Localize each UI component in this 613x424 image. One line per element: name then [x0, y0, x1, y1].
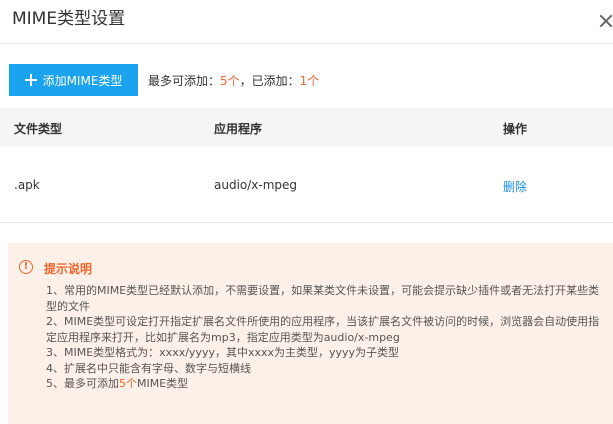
tip-last-num: 5个 [119, 377, 137, 390]
mime-settings-dialog: MIME类型设置 添加MIME类型 最多可添加：5个，已添加：1个 文件类型 应… [0, 0, 613, 424]
column-header-file-type: 文件类型 [14, 122, 63, 136]
delete-link[interactable]: 删除 [503, 178, 527, 195]
column-header-action: 操作 [503, 122, 528, 136]
plus-icon [24, 74, 37, 86]
add-mime-button-label: 添加MIME类型 [42, 73, 123, 88]
tip-item: 5、最多可添加5个MIME类型 [46, 376, 601, 392]
tips-panel: ! 提示说明 1、常用的MIME类型已经默认添加，不需要设置，如果某类文件未设置… [8, 243, 613, 424]
table-row: .apk audio/x-mpeg 删除 [0, 147, 613, 223]
tip-last-suffix: MIME类型 [137, 377, 189, 390]
tips-title: 提示说明 [44, 262, 93, 276]
warning-icon: ! [19, 260, 33, 274]
tip-last-prefix: 5、最多可添加 [46, 377, 119, 390]
tip-item: 4、扩展名中只能含有字母、数字与短横线 [46, 361, 251, 375]
add-mime-button[interactable]: 添加MIME类型 [9, 64, 138, 96]
dialog-header: MIME类型设置 [0, 0, 613, 44]
column-header-application: 应用程序 [214, 122, 263, 136]
cell-application: audio/x-mpeg [214, 178, 298, 192]
dialog-title: MIME类型设置 [12, 9, 126, 29]
tip-item: 2、MIME类型可设定打开指定扩展名文件所使用的应用程序，当该扩展名文件被访问的… [46, 315, 600, 344]
added-count: 1个 [299, 74, 320, 88]
close-icon[interactable] [596, 10, 613, 32]
limit-info: 最多可添加：5个，已添加：1个 [148, 72, 319, 89]
limit-prefix: 最多可添加： [148, 74, 221, 88]
tip-item: 3、MIME类型格式为：xxxx/yyyy，其中xxxx为主类型，yyyy为子类… [46, 346, 400, 359]
table-header: 文件类型 应用程序 操作 [0, 108, 613, 147]
limit-max: 5个 [220, 74, 240, 88]
tip-item: 1、常用的MIME类型已经默认添加，不需要设置，如果某类文件未设置，可能会提示缺… [46, 284, 600, 313]
added-prefix: ，已添加： [239, 74, 300, 88]
tips-list: 1、常用的MIME类型已经默认添加，不需要设置，如果某类文件未设置，可能会提示缺… [46, 283, 601, 392]
cell-extension: .apk [14, 178, 40, 192]
